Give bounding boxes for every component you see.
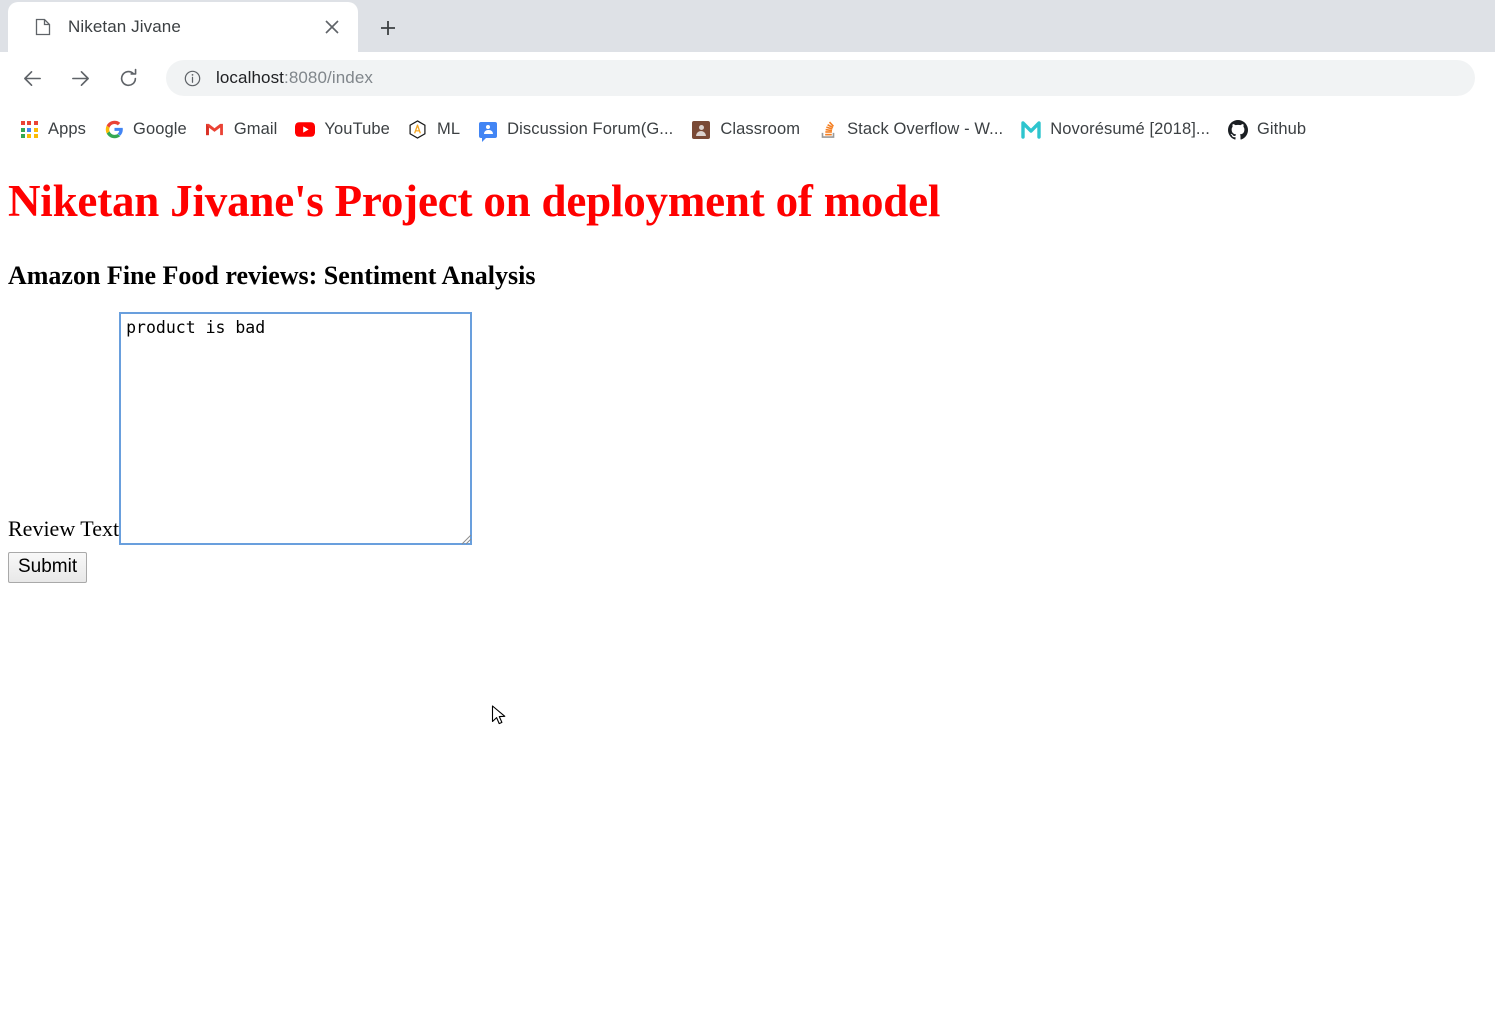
youtube-play-icon (295, 120, 316, 140)
info-circle-icon[interactable] (182, 68, 202, 88)
back-arrow-icon[interactable] (12, 58, 52, 98)
bookmark-youtube[interactable]: YouTube (286, 113, 399, 147)
address-bar[interactable]: localhost:8080/index (166, 60, 1475, 96)
bookmark-label: Stack Overflow - W... (847, 120, 1004, 138)
applied-ai-hexagon-icon (408, 120, 428, 140)
bookmark-github[interactable]: Github (1219, 113, 1315, 147)
bookmark-label: Classroom (720, 120, 801, 138)
bookmark-discussion-forum[interactable]: Discussion Forum(G... (469, 113, 682, 147)
page-subtitle: Amazon Fine Food reviews: Sentiment Anal… (8, 260, 536, 290)
submit-button[interactable]: Submit (8, 552, 88, 583)
page-content: Niketan Jivane's Project on deployment o… (0, 176, 1495, 1010)
mouse-cursor (491, 705, 506, 725)
review-field-row: Review Text (8, 312, 1487, 546)
bookmark-label: ML (436, 120, 461, 138)
novoresume-n-icon (1021, 120, 1041, 140)
google-classroom-icon (691, 120, 711, 140)
bookmark-gmail[interactable]: Gmail (196, 113, 287, 147)
page-title: Niketan Jivane's Project on deployment o… (8, 176, 941, 226)
stack-overflow-icon (818, 120, 838, 140)
browser-toolbar: localhost:8080/index (0, 52, 1495, 104)
bookmark-novoresume[interactable]: Novorésumé [2018]... (1012, 113, 1219, 147)
bookmark-label: Google (133, 120, 187, 138)
apps-grid-icon (19, 120, 39, 140)
bookmark-label: Github (1256, 120, 1307, 138)
review-text-input[interactable] (119, 312, 473, 546)
bookmark-label: Novorésumé [2018]... (1050, 120, 1210, 138)
bookmarks-bar: Apps Google Gmail YouTube ML Discussion … (0, 104, 1495, 156)
bookmark-classroom[interactable]: Classroom (682, 113, 809, 147)
github-cat-icon (1227, 119, 1248, 140)
bookmark-label: Gmail (233, 120, 278, 138)
bookmark-label: Apps (48, 120, 87, 138)
bookmark-label: YouTube (324, 120, 390, 138)
bookmark-google[interactable]: Google (95, 113, 196, 147)
forward-arrow-icon[interactable] (60, 58, 100, 98)
discussion-forum-icon (478, 120, 498, 142)
page-icon (34, 18, 52, 36)
browser-tab[interactable]: Niketan Jivane (8, 2, 358, 52)
bookmark-apps[interactable]: Apps (10, 113, 95, 147)
url-host: localhost (216, 68, 284, 87)
bookmark-stack-overflow[interactable]: Stack Overflow - W... (809, 113, 1012, 147)
url-text: localhost:8080/index (216, 68, 373, 88)
new-tab-button[interactable] (366, 8, 410, 48)
tab-title: Niketan Jivane (68, 17, 181, 36)
browser-chrome: Niketan Jivane localhost:8080/index Apps… (0, 0, 1495, 156)
tab-strip: Niketan Jivane (0, 0, 1495, 52)
review-form: Review Text Submit (8, 312, 1487, 583)
google-g-icon (104, 120, 124, 140)
url-path: :8080/index (284, 68, 374, 87)
bookmark-label: Discussion Forum(G... (507, 120, 674, 138)
gmail-envelope-icon (205, 120, 225, 140)
reload-icon[interactable] (108, 58, 148, 98)
bookmark-ml[interactable]: ML (399, 113, 469, 147)
review-textarea-wrapper (119, 312, 473, 546)
review-text-label: Review Text (8, 516, 120, 542)
close-icon[interactable] (318, 13, 346, 41)
